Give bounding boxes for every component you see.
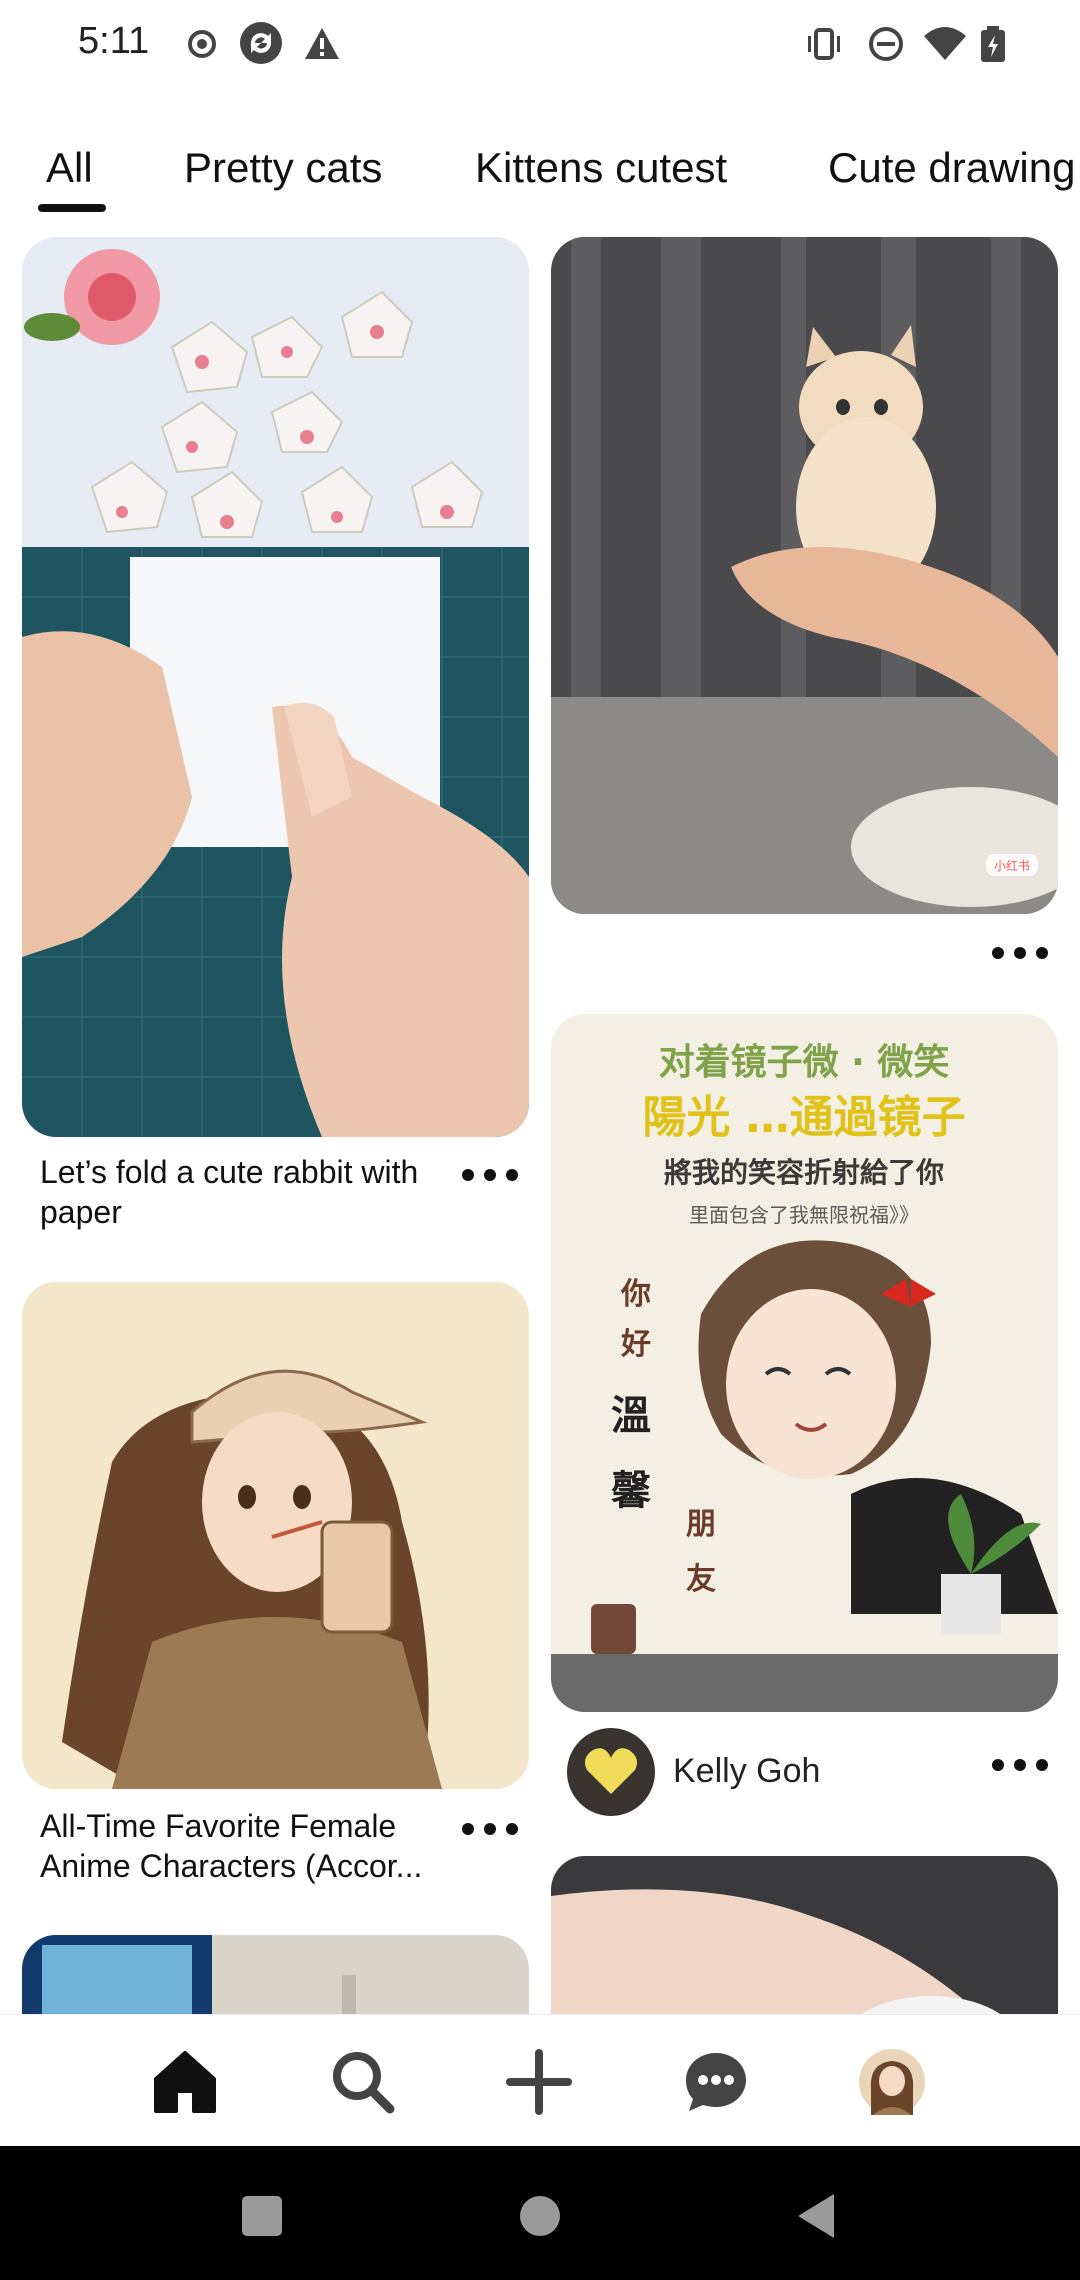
- category-tabs: All Pretty cats Kittens cutest Cute draw…: [0, 130, 1080, 220]
- pin-bottom-left-image[interactable]: [22, 1935, 529, 2014]
- nav-home[interactable]: [148, 2045, 222, 2119]
- pin-rabbit-more-button[interactable]: [462, 1160, 518, 1190]
- kitten-watermark: 小红书: [994, 858, 1030, 873]
- status-bar: 5:11: [0, 0, 1080, 90]
- poster-char-5: 朋: [686, 1507, 716, 1542]
- tab-pretty-cats[interactable]: Pretty cats: [184, 144, 382, 192]
- chat-icon: [686, 2053, 746, 2111]
- tab-cute-drawing[interactable]: Cute drawing: [828, 144, 1075, 192]
- poster-char-6: 友: [686, 1562, 716, 1597]
- avatar-icon: [859, 2049, 925, 2115]
- hand-photo: [551, 1856, 1058, 2014]
- pin-kitten-more-button[interactable]: [992, 938, 1048, 968]
- home-system-button[interactable]: [510, 2186, 570, 2246]
- selected-tab-indicator: [38, 204, 106, 212]
- pin-anime-title[interactable]: All-Time Favorite Female Anime Character…: [40, 1806, 460, 1886]
- pin-poster-more-button[interactable]: [992, 1750, 1048, 1780]
- pin-anime-more-button[interactable]: [462, 1814, 518, 1844]
- poster-line3: 將我的笑容折射給了你: [664, 1156, 944, 1189]
- system-navigation-bar: [0, 2146, 1080, 2280]
- record-icon: [188, 30, 216, 58]
- author-avatar: [567, 1728, 655, 1816]
- smiling-girl-poster: 对着镜子微 · 微笑 陽光 …通過镜子 將我的笑容折射給了你 里面包含了我無限祝…: [551, 1014, 1058, 1712]
- square-icon: [242, 2196, 282, 2236]
- search-icon: [333, 2052, 395, 2114]
- pin-anime-image[interactable]: [22, 1282, 529, 1789]
- back-triangle-icon: [798, 2194, 834, 2238]
- recents-button[interactable]: [232, 2186, 292, 2246]
- back-button[interactable]: [786, 2186, 846, 2246]
- poster-char-3: 溫: [611, 1393, 651, 1439]
- kitten-in-hands-photo: 小红书: [551, 237, 1058, 914]
- warning-icon: [305, 28, 339, 59]
- poster-line2: 陽光 …通過镜子: [642, 1092, 965, 1143]
- pin-feed: Let’s fold a cute rabbit with paper All-…: [0, 228, 1080, 2014]
- pin-bottom-right-image[interactable]: [551, 1856, 1058, 2014]
- nav-create[interactable]: [502, 2045, 576, 2119]
- tab-kittens-cutest[interactable]: Kittens cutest: [475, 144, 727, 192]
- nav-messages[interactable]: [679, 2045, 753, 2119]
- status-time: 5:11: [78, 20, 150, 62]
- circle-icon: [520, 2196, 560, 2236]
- wifi-icon: [924, 27, 966, 60]
- pin-poster-author[interactable]: Kelly Goh: [567, 1728, 907, 1818]
- pin-poster-image[interactable]: 对着镜子微 · 微笑 陽光 …通過镜子 將我的笑容折射給了你 里面包含了我無限祝…: [551, 1014, 1058, 1712]
- poster-line4: 里面包含了我無限祝福》》: [689, 1203, 919, 1227]
- vibrate-icon: [808, 28, 840, 60]
- sync-icon: [240, 22, 282, 64]
- battery-icon: [981, 26, 1005, 62]
- plus-icon: [506, 2049, 572, 2115]
- poster-char-4: 馨: [611, 1468, 652, 1514]
- pin-rabbit-title[interactable]: Let’s fold a cute rabbit with paper: [40, 1152, 460, 1232]
- author-name[interactable]: Kelly Goh: [673, 1752, 820, 1791]
- bottom-navigation: [0, 2014, 1080, 2146]
- poster-char-1: 你: [620, 1277, 651, 1312]
- nav-search[interactable]: [326, 2045, 400, 2119]
- tab-all[interactable]: All: [46, 144, 93, 192]
- nav-profile[interactable]: [855, 2045, 929, 2119]
- pin-kitten-image[interactable]: 小红书: [551, 237, 1058, 914]
- pin-rabbit-image[interactable]: [22, 237, 529, 1137]
- dnd-icon: [869, 27, 903, 61]
- room-photo: [22, 1935, 529, 2014]
- poster-char-2: 好: [620, 1327, 651, 1362]
- anime-girl-drinking-illustration: [22, 1282, 529, 1789]
- poster-line1: 对着镜子微 · 微笑: [659, 1042, 950, 1083]
- origami-rabbit-photo: [22, 237, 529, 1137]
- home-icon: [154, 2051, 216, 2113]
